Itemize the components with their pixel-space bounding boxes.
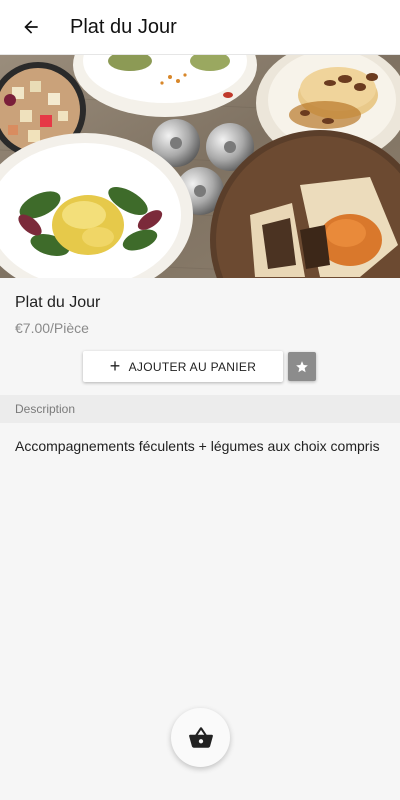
arrow-left-icon <box>24 20 38 34</box>
product-info: Plat du Jour €7.00/Pièce <box>0 278 400 336</box>
plus-icon: + <box>109 355 121 376</box>
basket-button[interactable] <box>171 708 230 767</box>
add-to-cart-label: AJOUTER AU PANIER <box>128 359 257 374</box>
add-to-cart-button[interactable]: + AJOUTER AU PANIER <box>83 351 283 382</box>
product-actions: + AJOUTER AU PANIER <box>0 351 400 383</box>
hero-image <box>0 55 400 278</box>
shopping-basket-icon <box>188 726 213 748</box>
description-header: Description <box>0 395 400 423</box>
favorite-button[interactable] <box>288 352 316 381</box>
description-text: Accompagnements féculents + légumes aux … <box>15 438 380 454</box>
product-name: Plat du Jour <box>15 294 101 311</box>
food-platter-photo <box>0 55 400 278</box>
product-price: €7.00/Pièce <box>15 320 89 336</box>
page-title: Plat du Jour <box>70 15 177 38</box>
star-icon <box>296 360 308 372</box>
app-bar: Plat du Jour <box>0 0 400 55</box>
back-button[interactable] <box>0 0 62 55</box>
